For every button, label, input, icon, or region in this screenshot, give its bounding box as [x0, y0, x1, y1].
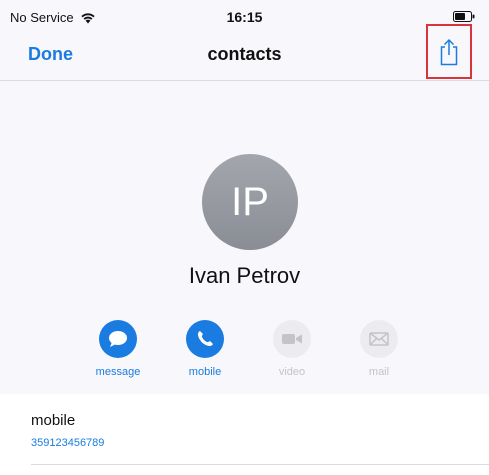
mail-icon	[369, 332, 389, 346]
page-title: contacts	[207, 44, 282, 64]
contact-name: Ivan Petrov	[188, 263, 301, 288]
mail-action-button[interactable]: mail	[344, 320, 414, 378]
share-icon	[440, 38, 458, 65]
detail-label: mobile	[31, 412, 76, 429]
message-action-circle[interactable]	[99, 320, 137, 358]
mail-action-circle[interactable]	[360, 320, 398, 358]
video-action-label: video	[278, 366, 306, 378]
share-button[interactable]	[426, 24, 472, 79]
avatar: IP	[202, 154, 298, 250]
video-icon	[282, 334, 302, 344]
divider	[31, 464, 489, 465]
avatar-initials: IP	[231, 179, 269, 224]
navigation-bar: Done contacts	[0, 30, 489, 81]
status-time: 16:15	[226, 9, 263, 25]
phone-icon	[198, 331, 213, 346]
mobile-action-label: mobile	[188, 366, 222, 378]
phone-number-link[interactable]: 359123456789	[31, 437, 104, 449]
battery-icon	[453, 11, 475, 22]
mail-action-label: mail	[368, 366, 390, 378]
message-icon	[109, 331, 127, 347]
message-action-label: message	[95, 366, 141, 378]
status-bar: No Service 16:15	[0, 0, 489, 30]
phone-detail-row[interactable]: mobile 359123456789	[0, 394, 489, 475]
message-action-button[interactable]: message	[83, 320, 153, 378]
video-action-button[interactable]: video	[257, 320, 327, 378]
contact-actions: message mobile video mail	[0, 320, 489, 390]
video-action-circle[interactable]	[273, 320, 311, 358]
mobile-action-circle[interactable]	[186, 320, 224, 358]
mobile-action-button[interactable]: mobile	[170, 320, 240, 378]
